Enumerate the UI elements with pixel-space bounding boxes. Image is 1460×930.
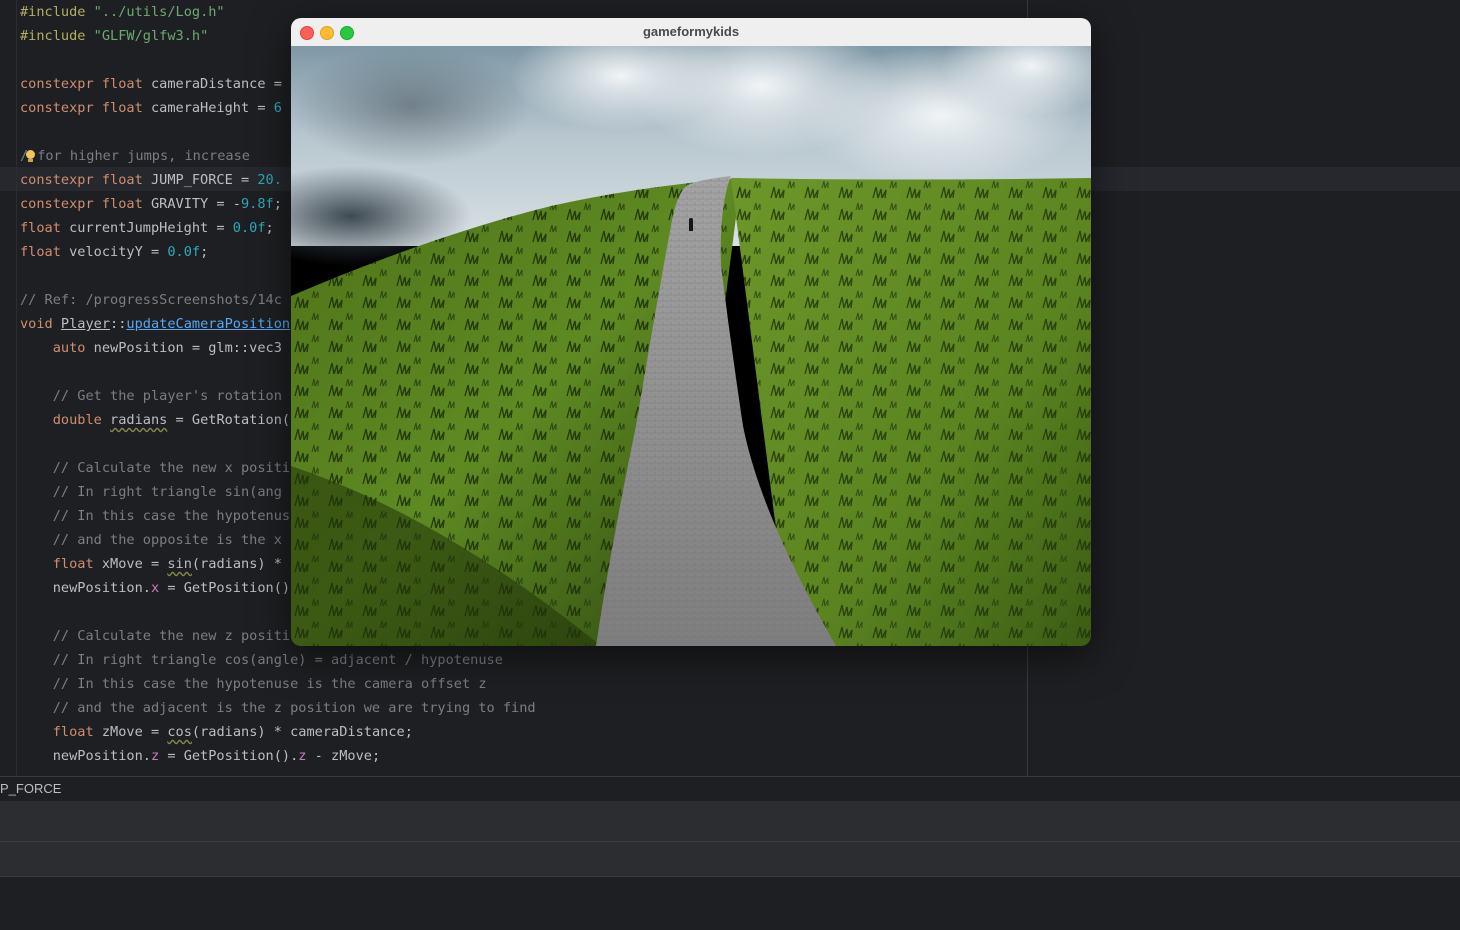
code-token: constexpr [20,172,102,188]
code-line[interactable]: newPosition.z = GetPosition().z - zMove; [20,744,536,768]
player-head [689,218,693,222]
code-token: // Calculate the new z positi [52,628,291,644]
code-token: 6 [273,100,282,116]
code-token: x [150,580,160,596]
code-token: z [150,748,160,764]
code-token: // In this case the hypotenuse is the ca… [52,676,487,692]
dark-cloud [291,46,531,166]
tool-panel-strip[interactable] [0,801,1460,842]
code-token: // Ref: /progressScreenshots/14c [20,292,282,308]
code-token: (radians) * [191,556,282,572]
code-token: constexpr [20,196,102,212]
code-token: GRAVITY = - [150,196,241,212]
code-token: for higher jumps, increase [37,148,250,164]
code-token: constexpr [20,76,102,92]
code-token: #include [20,28,94,44]
code-token: updateCameraPosition [126,316,291,332]
find-bar[interactable]: P_FORCE [0,776,1460,802]
code-token: currentJumpHeight = [69,220,233,236]
code-token: 0.0f [232,220,266,236]
code-token: cameraHeight = [150,100,274,116]
code-token: newPosition. [20,580,151,596]
find-query-text[interactable]: P_FORCE [0,781,61,796]
window-title: gameformykids [642,24,740,39]
code-token: = GetRotation( [167,412,291,428]
code-token: xMove = [101,556,168,572]
game-window[interactable]: gameformykids [291,18,1091,646]
tool-panel-strip-secondary[interactable] [0,842,1460,877]
code-token: :: [110,316,127,332]
code-line[interactable]: // In right triangle cos(angle) = adjace… [20,648,536,672]
code-line[interactable]: // and the adjacent is the z position we… [20,696,536,720]
code-token: float [20,244,70,260]
code-token: ; [200,244,209,260]
code-token: auto [52,340,94,356]
code-token: // In this case the hypotenus [52,508,291,524]
player-character [689,221,693,231]
code-token: newPosition. [20,748,151,764]
code-token: radians [110,412,168,428]
code-token: = GetPosition() [159,580,291,596]
code-token: float [52,724,102,740]
code-token: cameraDistance = [150,76,282,92]
code-token: 20. [257,172,282,188]
code-token: = GetPosition(). [159,748,299,764]
code-line[interactable]: float zMove = cos(radians) * cameraDista… [20,720,536,744]
code-token: void [20,316,61,332]
code-token: // and the adjacent is the z position we… [52,700,536,716]
code-token: sin [167,556,192,572]
window-titlebar[interactable]: gameformykids [291,18,1091,47]
code-token: #include [20,4,94,20]
code-token: newPosition = glm::vec3 [93,340,282,356]
code-token: JUMP_FORCE = [150,172,258,188]
code-token: (radians) * cameraDistance; [191,724,413,740]
code-token: float [101,76,151,92]
code-token: "../utils/Log.h" [93,4,225,20]
code-token: ; [273,196,282,212]
code-token: float [101,100,151,116]
code-token: float [101,196,151,212]
code-token: "GLFW/glfw3.h" [93,28,209,44]
intention-bulb-icon[interactable] [26,149,36,163]
code-token: float [101,172,151,188]
code-token: constexpr [20,100,102,116]
code-token: 0.0f [167,244,201,260]
code-token: Player [60,316,111,332]
code-token: cos [167,724,192,740]
code-token: - zMove; [306,748,381,764]
code-token: velocityY = [69,244,168,260]
code-token: double [52,412,111,428]
code-token: float [52,556,102,572]
code-line[interactable]: // In this case the hypotenuse is the ca… [20,672,536,696]
code-token: zMove = [101,724,168,740]
code-token: float [20,220,70,236]
code-token: ; [265,220,274,236]
code-token: // and the opposite is the x [52,532,282,548]
code-token: 9.8f [240,196,274,212]
code-token: // In right triangle sin(ang [52,484,282,500]
code-token: // Calculate the new x positi [52,460,291,476]
code-token: // In right triangle cos(angle) = adjace… [52,652,503,668]
code-token: // Get the player's rotation [52,388,282,404]
game-viewport[interactable] [291,46,1091,646]
gutter-divider [16,0,17,776]
